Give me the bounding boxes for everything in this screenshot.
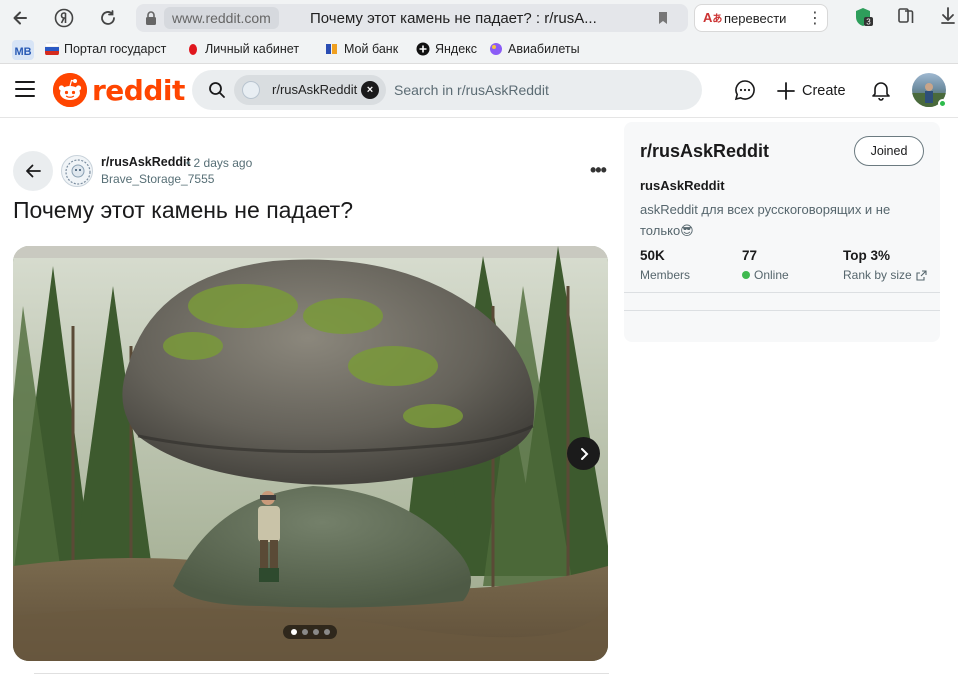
create-button[interactable]: Create	[776, 76, 846, 106]
translate-icon: Aあ	[703, 10, 723, 25]
create-label: Create	[802, 83, 846, 99]
bookmark-label: Мой банк	[344, 42, 399, 56]
stat-value: 77	[742, 248, 758, 263]
more-options-icon[interactable]: •••	[590, 160, 607, 181]
page-tab-title: Почему этот камень не падает? : r/rusA..…	[310, 10, 597, 27]
bookmark-label: Личный кабинет	[205, 42, 300, 56]
bookmarks-bar: МВ Портал государст Личный кабинет Мой б…	[0, 36, 958, 64]
stat-members: 50K Members	[640, 248, 690, 282]
chat-icon[interactable]	[733, 78, 759, 104]
gallery-dot[interactable]	[290, 629, 297, 635]
bookmark-item[interactable]: Личный кабинет	[186, 42, 299, 56]
gallery-next-button[interactable]	[567, 437, 600, 470]
bookmark-label: Портал государст	[64, 42, 167, 56]
subreddit-avatar-icon	[242, 81, 260, 99]
chip-label: r/rusAskReddit	[272, 82, 358, 97]
bookmark-item[interactable]: Мой банк	[325, 42, 398, 56]
stat-label: Online	[754, 268, 789, 282]
url-domain[interactable]: www.reddit.com	[164, 7, 279, 29]
stat-value: Top 3%	[843, 248, 890, 263]
bookmarks-app-icon[interactable]: МВ	[12, 40, 34, 60]
online-dot-icon	[742, 271, 750, 279]
post-time: • 2 days ago	[186, 156, 253, 170]
external-link-icon[interactable]	[916, 269, 927, 281]
gallery-dot[interactable]	[312, 629, 319, 635]
community-title: r/rusAskReddit	[640, 141, 770, 161]
gallery-pagination	[283, 625, 337, 639]
subreddit-avatar-icon[interactable]	[61, 155, 93, 187]
menu-icon[interactable]	[15, 81, 35, 97]
bank-icon	[326, 44, 337, 54]
divider	[624, 292, 940, 293]
svg-text:МВ: МВ	[14, 46, 31, 58]
post-image[interactable]	[13, 246, 608, 661]
plus-icon	[777, 82, 795, 100]
stat-online: 77 Online	[742, 248, 789, 282]
bookmark-icon[interactable]	[656, 10, 670, 31]
subreddit-search-chip[interactable]: r/rusAskReddit ×	[234, 75, 386, 105]
joined-button[interactable]: Joined	[854, 136, 924, 166]
yandex-browser-icon[interactable]	[52, 6, 76, 30]
planet-icon	[490, 43, 502, 55]
post-title: Почему этот камень не падает?	[13, 197, 354, 223]
bell-icon[interactable]	[869, 78, 895, 104]
translate-label: перевести	[724, 11, 787, 26]
red-drop-icon	[189, 44, 197, 55]
subreddit-link[interactable]: r/rusAskReddit	[101, 155, 191, 169]
search-bar[interactable]: r/rusAskReddit ×	[192, 70, 702, 110]
russia-flag-icon	[45, 42, 59, 55]
reddit-header: reddit r/rusAskReddit × Create	[0, 64, 958, 118]
collections-icon[interactable]	[896, 6, 916, 31]
search-icon	[208, 81, 226, 104]
stat-value: 50K	[640, 248, 665, 263]
chevron-right-icon	[580, 447, 588, 460]
address-bar[interactable]: www.reddit.com Почему этот камень не пад…	[136, 4, 688, 32]
community-description: askReddit для всех русскоговорящих и не …	[640, 202, 891, 238]
svg-text:3: 3	[866, 18, 871, 27]
reddit-wordmark[interactable]: reddit	[92, 74, 185, 107]
divider	[34, 673, 609, 681]
gallery-dot[interactable]	[323, 629, 330, 635]
online-status-dot	[938, 99, 947, 108]
download-icon[interactable]	[940, 6, 956, 31]
shield-extension-icon[interactable]: 3	[852, 6, 874, 33]
back-button[interactable]	[13, 151, 53, 191]
back-arrow-icon[interactable]	[8, 6, 32, 30]
stat-label: Members	[640, 268, 691, 282]
stat-rank[interactable]: Top 3% Rank by size	[843, 248, 927, 282]
bookmark-item[interactable]: Яндекс	[416, 42, 477, 56]
bookmark-label: Яндекс	[435, 42, 478, 56]
bookmark-item[interactable]: Авиабилеты	[489, 42, 580, 56]
divider	[624, 310, 940, 311]
community-name: rusAskReddit	[640, 178, 725, 193]
back-arrow-icon	[26, 164, 41, 178]
author-link[interactable]: Brave_Storage_7555	[101, 172, 214, 186]
search-input[interactable]	[394, 78, 684, 102]
stat-label: Rank by size	[843, 268, 912, 282]
plus-circle-icon	[416, 42, 430, 56]
lock-icon[interactable]	[144, 10, 158, 31]
close-icon[interactable]: ×	[361, 81, 379, 99]
bookmark-item[interactable]: Портал государст	[45, 42, 166, 56]
reload-icon[interactable]	[96, 6, 120, 30]
bookmark-label: Авиабилеты	[508, 42, 580, 56]
more-vert-icon[interactable]: ⋮	[807, 8, 823, 28]
browser-toolbar: www.reddit.com Почему этот камень не пад…	[0, 0, 958, 36]
gallery-dot[interactable]	[301, 629, 308, 635]
community-sidebar: r/rusAskReddit Joined rusAskReddit askRe…	[624, 122, 940, 342]
translate-button[interactable]: Aあ перевести ⋮	[694, 4, 828, 32]
reddit-logo-icon[interactable]	[53, 73, 87, 107]
